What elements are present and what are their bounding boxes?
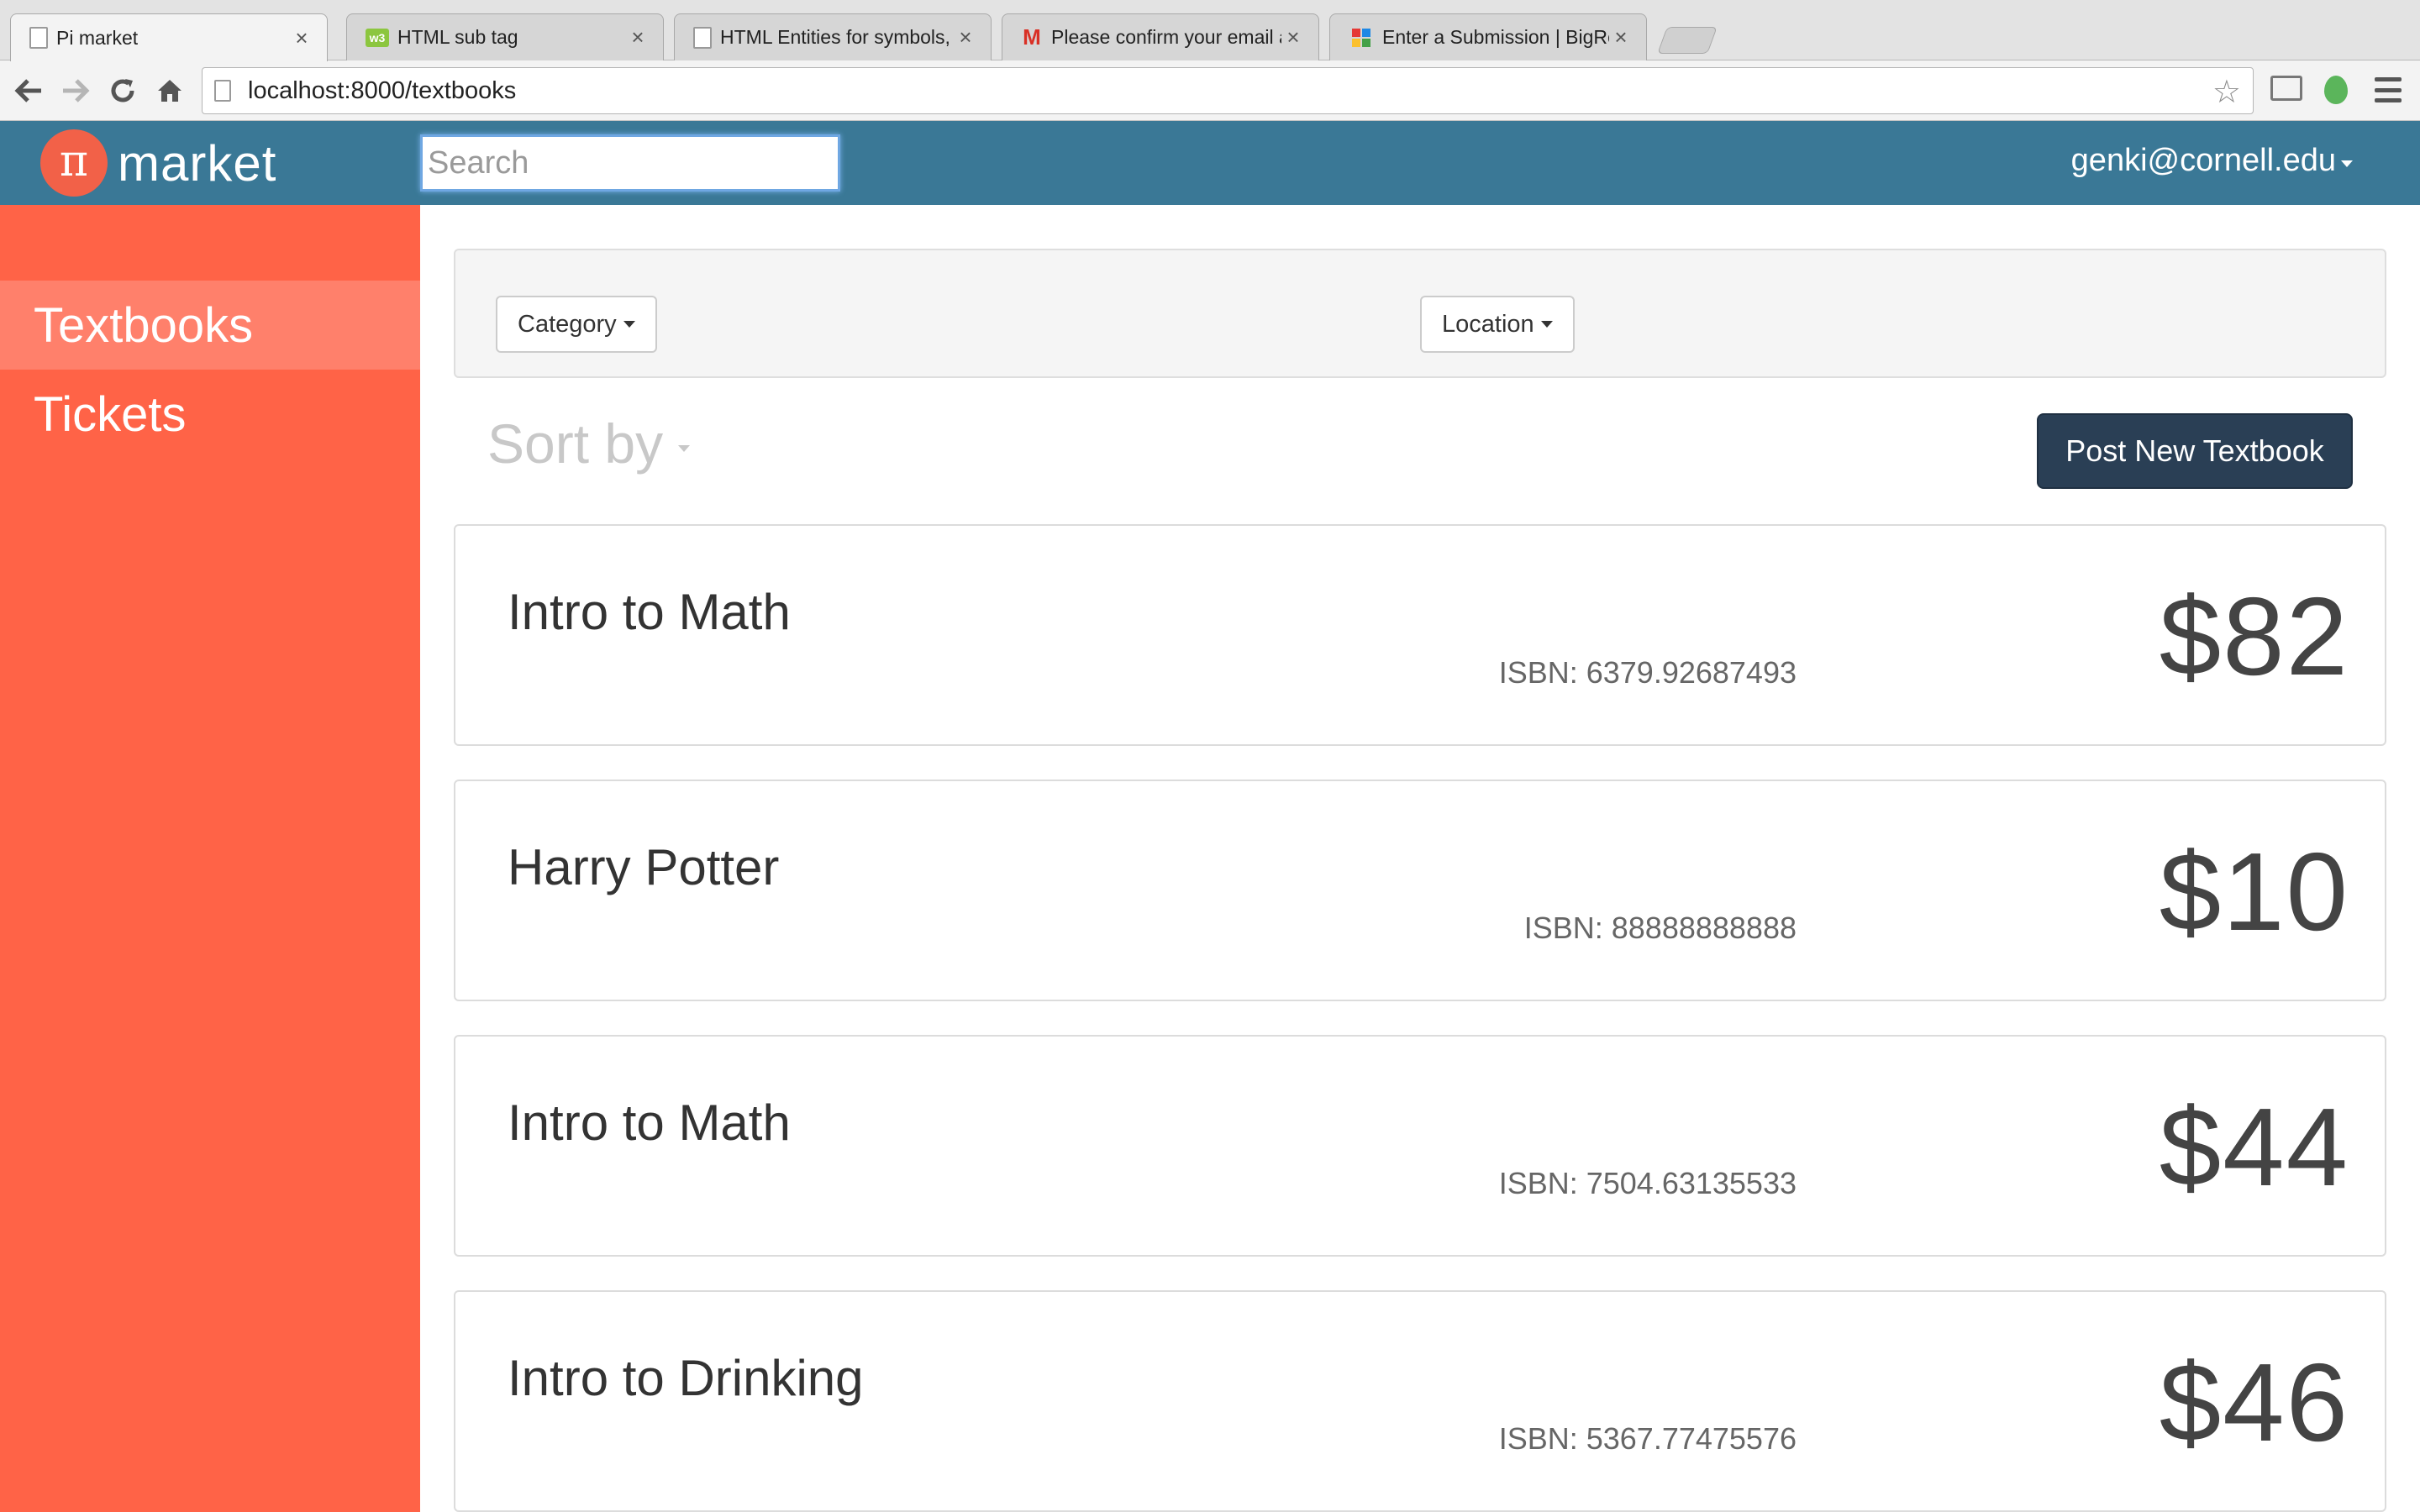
browser-tab-pi-market[interactable]: Pi market × <box>10 13 328 61</box>
listing-price: $46 <box>2159 1341 2349 1464</box>
browser-tab-gmail[interactable]: M Please confirm your email a × <box>1002 13 1319 60</box>
browser-tab-html-entities[interactable]: HTML Entities for symbols, × <box>674 13 992 60</box>
home-icon[interactable] <box>151 72 188 109</box>
browser-toolbar: localhost:8000/textbooks ☆ <box>0 60 2420 121</box>
tab-title: Enter a Submission | BigRec <box>1382 26 1609 48</box>
filter-bar: Category Location <box>454 249 2386 378</box>
caret-down-icon <box>2341 160 2353 167</box>
search-input[interactable] <box>420 134 840 192</box>
close-icon[interactable]: × <box>1609 24 1633 50</box>
menu-icon[interactable] <box>2375 77 2402 102</box>
url-text: localhost:8000/textbooks <box>248 76 517 104</box>
sort-by-label: Sort by <box>487 412 664 475</box>
pin-icon <box>1352 28 1370 47</box>
user-menu[interactable]: genki@cornell.edu <box>2071 143 2353 179</box>
cast-icon[interactable] <box>2270 76 2302 101</box>
gmail-icon: M <box>1023 24 1041 50</box>
new-tab-button[interactable] <box>1657 27 1718 54</box>
listing-isbn: ISBN: 7504.63135533 <box>1498 1166 1797 1200</box>
tab-title: Pi market <box>56 26 139 49</box>
listing-isbn: ISBN: 6379.92687493 <box>1498 655 1797 690</box>
browser-tab-bigred[interactable]: Enter a Submission | BigRec × <box>1329 13 1647 60</box>
listing-card[interactable]: Intro to Math ISBN: 6379.92687493 $82 <box>454 524 2386 746</box>
close-icon[interactable]: × <box>626 24 650 50</box>
address-bar[interactable]: localhost:8000/textbooks ☆ <box>202 67 2254 114</box>
listing-price: $44 <box>2159 1085 2349 1209</box>
tab-title: HTML sub tag <box>397 26 518 48</box>
sort-by-dropdown[interactable]: Sort by <box>487 412 691 475</box>
bookmark-star-icon[interactable]: ☆ <box>2212 73 2241 111</box>
sidebar-item-label: Tickets <box>34 386 187 442</box>
app-header: π market genki@cornell.edu <box>0 121 2420 205</box>
forward-arrow-icon[interactable] <box>57 72 94 109</box>
close-icon[interactable]: × <box>1281 24 1305 50</box>
sidebar-item-textbooks[interactable]: Textbooks <box>0 281 420 370</box>
caret-down-icon <box>678 445 691 452</box>
location-dropdown[interactable]: Location <box>1420 296 1575 353</box>
tab-title: Please confirm your email a <box>1051 26 1281 48</box>
listing-card[interactable]: Intro to Drinking ISBN: 5367.77475576 $4… <box>454 1290 2386 1512</box>
pi-logo-icon[interactable]: π <box>40 129 108 197</box>
tab-title: HTML Entities for symbols, <box>720 26 950 48</box>
listing-isbn: ISBN: 5367.77475576 <box>1498 1421 1797 1456</box>
listing-card[interactable]: Harry Potter ISBN: 88888888888 $10 <box>454 780 2386 1001</box>
listing-title[interactable]: Intro to Drinking <box>508 1349 864 1407</box>
listing-title[interactable]: Harry Potter <box>508 838 779 896</box>
reload-icon[interactable] <box>104 72 141 109</box>
listing-price: $82 <box>2159 575 2349 698</box>
listing-title[interactable]: Intro to Math <box>508 583 791 641</box>
close-icon[interactable]: × <box>954 24 977 50</box>
sidebar-item-tickets[interactable]: Tickets <box>0 370 420 459</box>
location-label: Location <box>1442 310 1534 338</box>
close-icon[interactable]: × <box>290 25 313 51</box>
brand-name[interactable]: market <box>118 134 276 192</box>
listing-price: $10 <box>2159 830 2349 953</box>
w3schools-icon: w3 <box>366 28 389 47</box>
caret-down-icon <box>1540 321 1553 328</box>
extension-icon[interactable] <box>2324 76 2348 104</box>
back-arrow-icon[interactable] <box>10 72 47 109</box>
page-icon <box>693 26 712 49</box>
listing-isbn: ISBN: 88888888888 <box>1523 911 1797 945</box>
caret-down-icon <box>623 321 635 328</box>
listing-title[interactable]: Intro to Math <box>508 1094 791 1152</box>
post-new-textbook-button[interactable]: Post New Textbook <box>2037 413 2353 489</box>
listing-card[interactable]: Intro to Math ISBN: 7504.63135533 $44 <box>454 1035 2386 1257</box>
category-dropdown[interactable]: Category <box>496 296 657 353</box>
user-email: genki@cornell.edu <box>2070 143 2336 178</box>
page-icon <box>214 80 231 102</box>
page-icon <box>29 27 48 49</box>
browser-tab-strip: Pi market × w3 HTML sub tag × HTML Entit… <box>0 0 2420 61</box>
sidebar: Textbooks Tickets <box>0 205 420 1512</box>
browser-tab-html-sub[interactable]: w3 HTML sub tag × <box>346 13 664 60</box>
category-label: Category <box>518 310 617 338</box>
sidebar-item-label: Textbooks <box>34 297 254 353</box>
